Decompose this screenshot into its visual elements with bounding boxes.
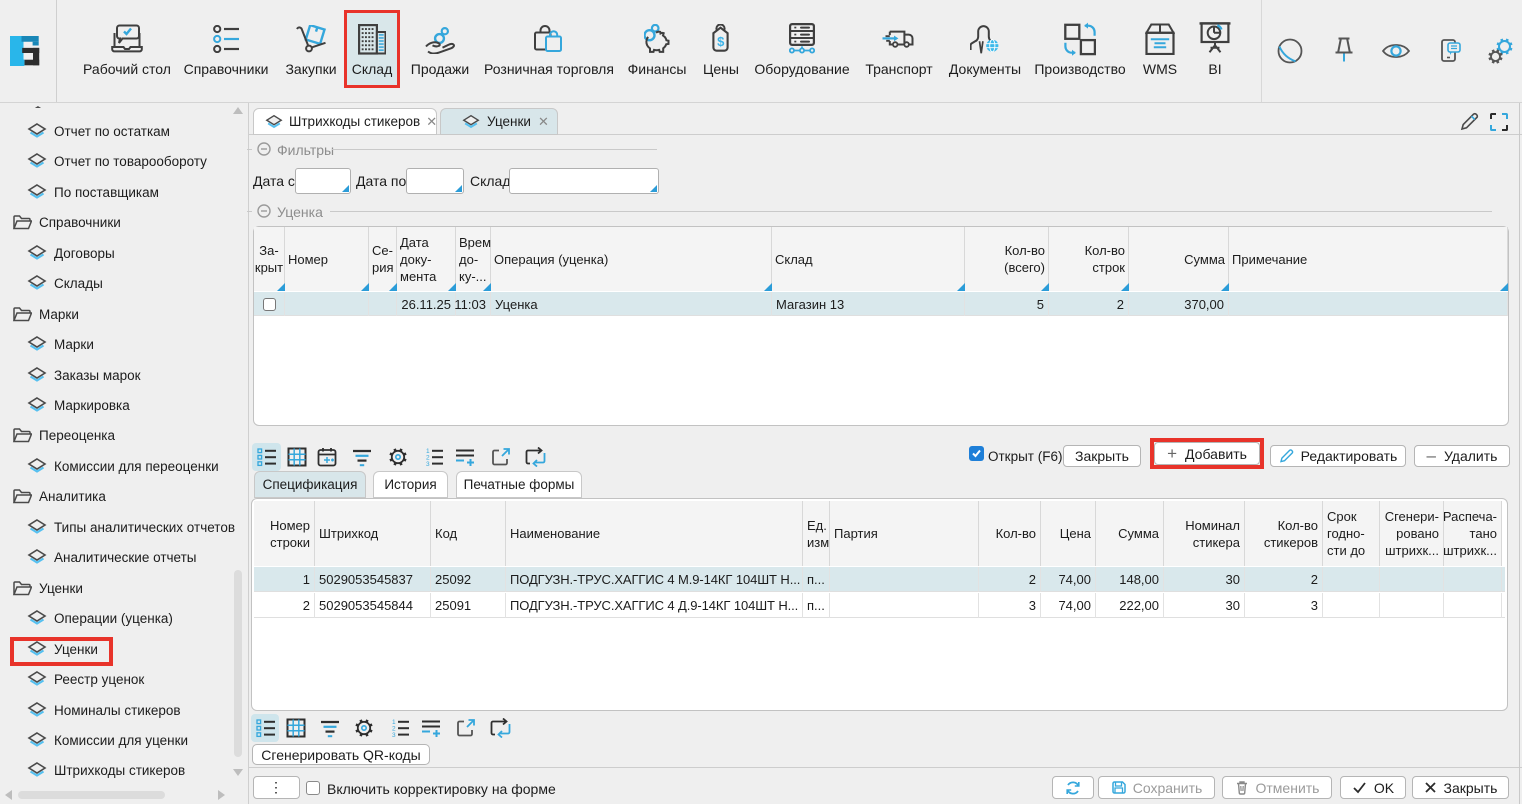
svg-text:3: 3 (392, 732, 396, 738)
svg-text:3: 3 (426, 461, 430, 467)
